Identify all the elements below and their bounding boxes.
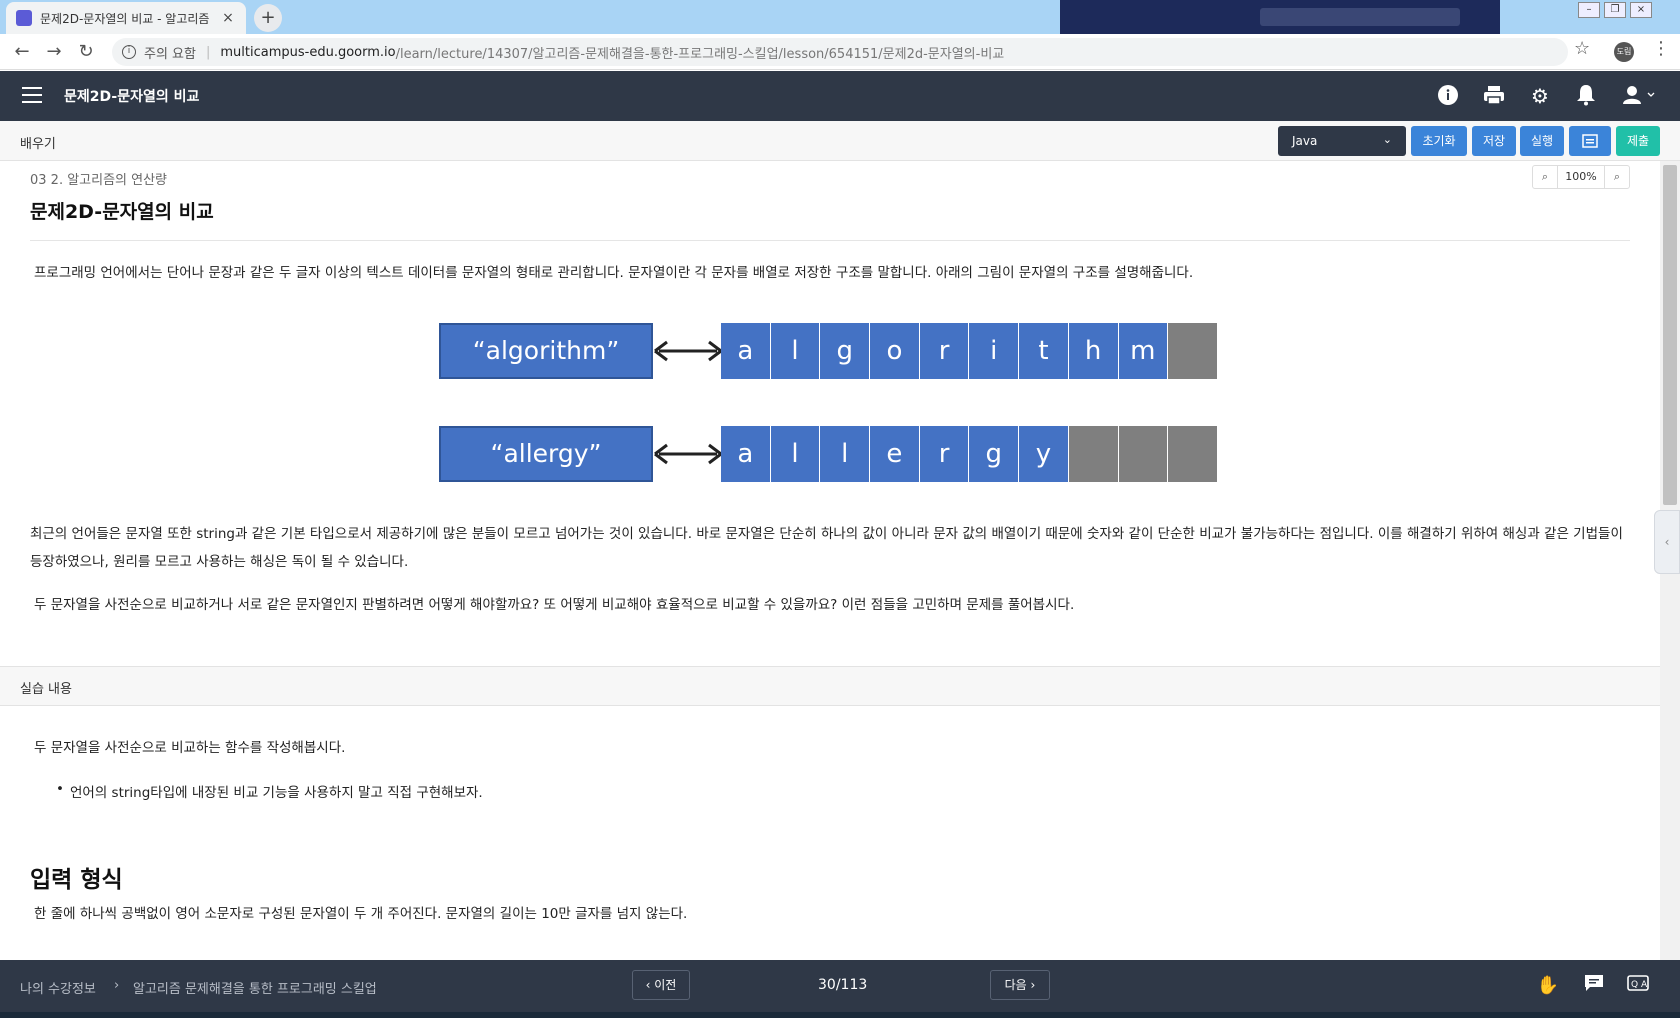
char-array: a l l e r g y — [721, 426, 1218, 482]
empty-cell — [1168, 323, 1218, 379]
notes-button[interactable] — [1569, 126, 1611, 156]
input-format-heading: 입력 형식 — [30, 867, 123, 893]
task-description: 두 문자열을 사전순으로 비교하는 함수를 작성해봅시다. — [34, 740, 346, 756]
my-course-link[interactable]: 나의 수강정보 — [20, 978, 96, 997]
back-icon[interactable]: ← — [6, 41, 38, 62]
empty-cell — [1168, 426, 1218, 482]
minimize-window-icon[interactable]: – — [1578, 2, 1600, 18]
address-bar[interactable]: i 주의 요함 | multicampus-edu.goorm.io /lear… — [112, 38, 1568, 66]
browser-tab[interactable]: 문제2D-문자열의 비교 - 알고리즘 × — [6, 2, 246, 34]
zoom-control: ⌕ 100% ⌕ — [1532, 165, 1630, 189]
char-cell: m — [1118, 323, 1169, 379]
char-cell: l — [820, 426, 871, 482]
close-tab-icon[interactable]: × — [220, 10, 236, 26]
char-cell: a — [721, 426, 771, 482]
goorm-favicon-icon — [16, 10, 32, 26]
browser-toolbar: ← → ↻ i 주의 요함 | multicampus-edu.goorm.io… — [0, 34, 1680, 70]
char-cell: l — [770, 323, 821, 379]
char-cell: e — [870, 426, 920, 482]
language-value: Java — [1292, 134, 1318, 148]
forward-icon[interactable]: → — [38, 41, 70, 62]
blurred-banner — [1060, 0, 1500, 34]
url-path: /learn/lecture/14307/알고리즘-문제해결을-통한-프로그래밍… — [395, 46, 1005, 62]
security-label: 주의 요함 — [144, 46, 196, 62]
char-cell: o — [870, 323, 920, 379]
prev-button[interactable]: ‹ 이전 — [632, 970, 690, 1000]
reload-icon[interactable]: ↻ — [70, 41, 102, 62]
print-icon[interactable] — [1482, 84, 1506, 108]
svg-text:Q A: Q A — [1631, 980, 1648, 990]
input-format-description: 한 줄에 하나씩 공백없이 영어 소문자로 구성된 문자열이 두 개 주어진다.… — [34, 906, 688, 922]
raise-hand-icon[interactable]: ✋ — [1536, 974, 1560, 998]
word-box: “algorithm” — [439, 323, 653, 379]
empty-cell — [1068, 426, 1119, 482]
intro-paragraph: 프로그래밍 언어에서는 단어나 문장과 같은 두 글자 이상의 텍스트 데이터를… — [34, 265, 1194, 281]
char-cell: h — [1068, 323, 1119, 379]
char-array: a l g o r i t h m — [721, 323, 1218, 379]
close-window-icon[interactable]: × — [1630, 2, 1652, 18]
explanation-paragraph: 최근의 언어들은 문자열 또한 string과 같은 기본 타입으로서 제공하기… — [30, 526, 1623, 570]
settings-gear-icon[interactable]: ⚙ — [1528, 84, 1552, 108]
char-cell: t — [1019, 323, 1069, 379]
language-select[interactable]: Java ⌄ — [1278, 126, 1406, 156]
char-cell: g — [969, 426, 1020, 482]
next-button[interactable]: 다음 › — [990, 970, 1050, 1000]
empty-cell — [1118, 426, 1169, 482]
bookmark-star-icon[interactable]: ☆ — [1574, 38, 1590, 59]
info-icon[interactable]: i — [122, 45, 136, 59]
qna-icon[interactable]: Q A — [1626, 974, 1650, 998]
char-cell: r — [919, 426, 970, 482]
tab-title: 문제2D-문자열의 비교 - 알고리즘 — [40, 11, 210, 26]
profile-avatar[interactable]: 도림 — [1614, 42, 1634, 62]
side-panel-toggle[interactable]: ‹ — [1654, 510, 1680, 574]
breadcrumb-separator: › — [114, 978, 120, 993]
chat-icon[interactable] — [1582, 974, 1606, 998]
user-menu-icon[interactable] — [1620, 84, 1660, 108]
new-tab-button[interactable]: + — [254, 4, 282, 32]
app-header: 문제2D-문자열의 비교 ⚙ — [0, 71, 1680, 121]
browser-menu-icon[interactable]: ⋮ — [1652, 38, 1670, 59]
info-icon[interactable] — [1436, 84, 1460, 108]
notification-bell-icon[interactable] — [1574, 84, 1598, 108]
double-arrow-icon — [654, 443, 722, 465]
zoom-level: 100% — [1557, 166, 1605, 188]
char-cell: i — [969, 323, 1020, 379]
browser-tabstrip: 문제2D-문자열의 비교 - 알고리즘 × + – ❐ × — [0, 0, 1680, 34]
learn-tab[interactable]: 배우기 — [20, 133, 56, 152]
task-bullet: 언어의 string타입에 내장된 비교 기능을 사용하지 말고 직접 구현해보… — [56, 781, 483, 801]
hamburger-menu-icon[interactable] — [22, 87, 42, 103]
question-paragraph: 두 문자열을 사전순으로 비교하거나 서로 같은 문자열인지 판별하려면 어떻게… — [34, 597, 1075, 613]
scrollbar-thumb[interactable] — [1663, 165, 1677, 505]
lesson-footer: 나의 수강정보 › 알고리즘 문제해결을 통한 프로그래밍 스킬업 ‹ 이전 3… — [0, 960, 1680, 1012]
run-button[interactable]: 실행 — [1520, 126, 1564, 156]
url-host: multicampus-edu.goorm.io — [220, 44, 396, 60]
double-arrow-icon — [654, 340, 722, 362]
save-button[interactable]: 저장 — [1472, 126, 1516, 156]
practice-section-header: 실습 내용 — [0, 666, 1660, 706]
os-taskbar — [0, 1012, 1680, 1018]
page-title: 문제2D-문자열의 비교 — [30, 201, 214, 223]
page-indicator: 30/113 — [818, 977, 868, 993]
restore-window-icon[interactable]: ❐ — [1604, 2, 1626, 18]
char-cell: l — [770, 426, 821, 482]
zoom-in-icon[interactable]: ⌕ — [1605, 166, 1629, 188]
breadcrumb: 03 2. 알고리즘의 연산량 — [30, 173, 168, 188]
char-cell: a — [721, 323, 771, 379]
char-cell: g — [820, 323, 871, 379]
chevron-down-icon: ⌄ — [1382, 133, 1392, 146]
submit-button[interactable]: 제출 — [1616, 126, 1660, 156]
section-label: 실습 내용 — [20, 682, 72, 697]
lesson-content: 03 2. 알고리즘의 연산량 ⌕ 100% ⌕ 문제2D-문자열의 비교 프로… — [0, 161, 1660, 960]
char-cell: y — [1019, 426, 1069, 482]
course-title-link[interactable]: 알고리즘 문제해결을 통한 프로그래밍 스킬업 — [133, 978, 377, 997]
zoom-out-icon[interactable]: ⌕ — [1533, 166, 1557, 188]
word-box: “allergy” — [439, 426, 653, 482]
divider — [30, 240, 1630, 241]
char-cell: r — [919, 323, 970, 379]
reset-button[interactable]: 초기화 — [1411, 126, 1467, 156]
lesson-toolbar: 배우기 Java ⌄ 초기화 저장 실행 제출 — [0, 121, 1680, 161]
app-title: 문제2D-문자열의 비교 — [64, 89, 200, 105]
